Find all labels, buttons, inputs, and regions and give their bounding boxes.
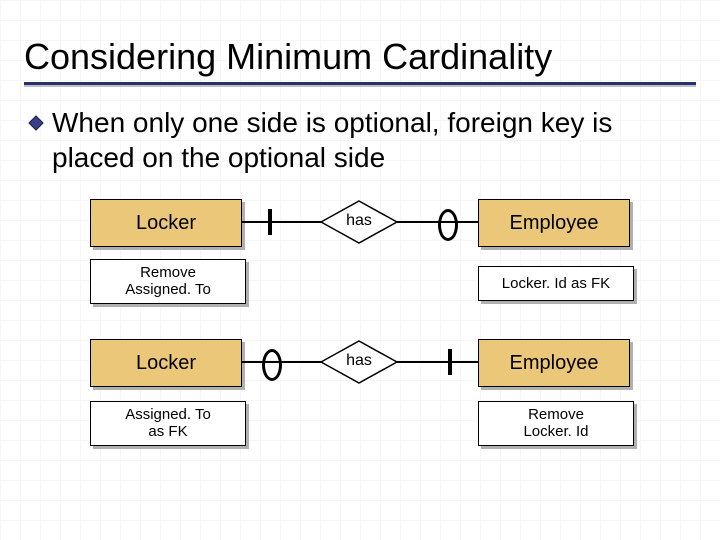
relationship-has-2 bbox=[320, 340, 398, 384]
cardinality-mandatory-icon bbox=[448, 349, 452, 375]
cardinality-mandatory-icon bbox=[268, 209, 272, 235]
title-underline bbox=[24, 82, 696, 85]
cardinality-optional-icon bbox=[262, 349, 282, 381]
cardinality-optional-icon bbox=[438, 209, 458, 241]
diamond-bullet-icon bbox=[28, 115, 44, 136]
entity-employee-2: Employee bbox=[478, 339, 630, 387]
er-diagram: Locker Employee has Remove Assigned. To … bbox=[0, 189, 720, 479]
note-assignedto-fk: Assigned. To as FK bbox=[90, 401, 246, 446]
note-line: Assigned. To bbox=[93, 406, 243, 423]
note-lockerid-fk: Locker. Id as FK bbox=[478, 266, 634, 301]
entity-locker-2: Locker bbox=[90, 339, 242, 387]
note-remove-lockerid: Remove Locker. Id bbox=[478, 401, 634, 446]
bullet-item: When only one side is optional, foreign … bbox=[0, 105, 720, 185]
note-line: Remove bbox=[481, 406, 631, 423]
entity-employee-1: Employee bbox=[478, 199, 630, 247]
note-line: as FK bbox=[93, 423, 243, 440]
bullet-text: When only one side is optional, foreign … bbox=[52, 105, 692, 175]
entity-locker-1: Locker bbox=[90, 199, 242, 247]
note-line: Locker. Id bbox=[481, 423, 631, 440]
relationship-has-1 bbox=[320, 200, 398, 244]
note-line: Remove bbox=[93, 264, 243, 281]
note-line: Assigned. To bbox=[93, 281, 243, 298]
note-remove-assignedto: Remove Assigned. To bbox=[90, 259, 246, 304]
page-title: Considering Minimum Cardinality bbox=[24, 36, 696, 78]
